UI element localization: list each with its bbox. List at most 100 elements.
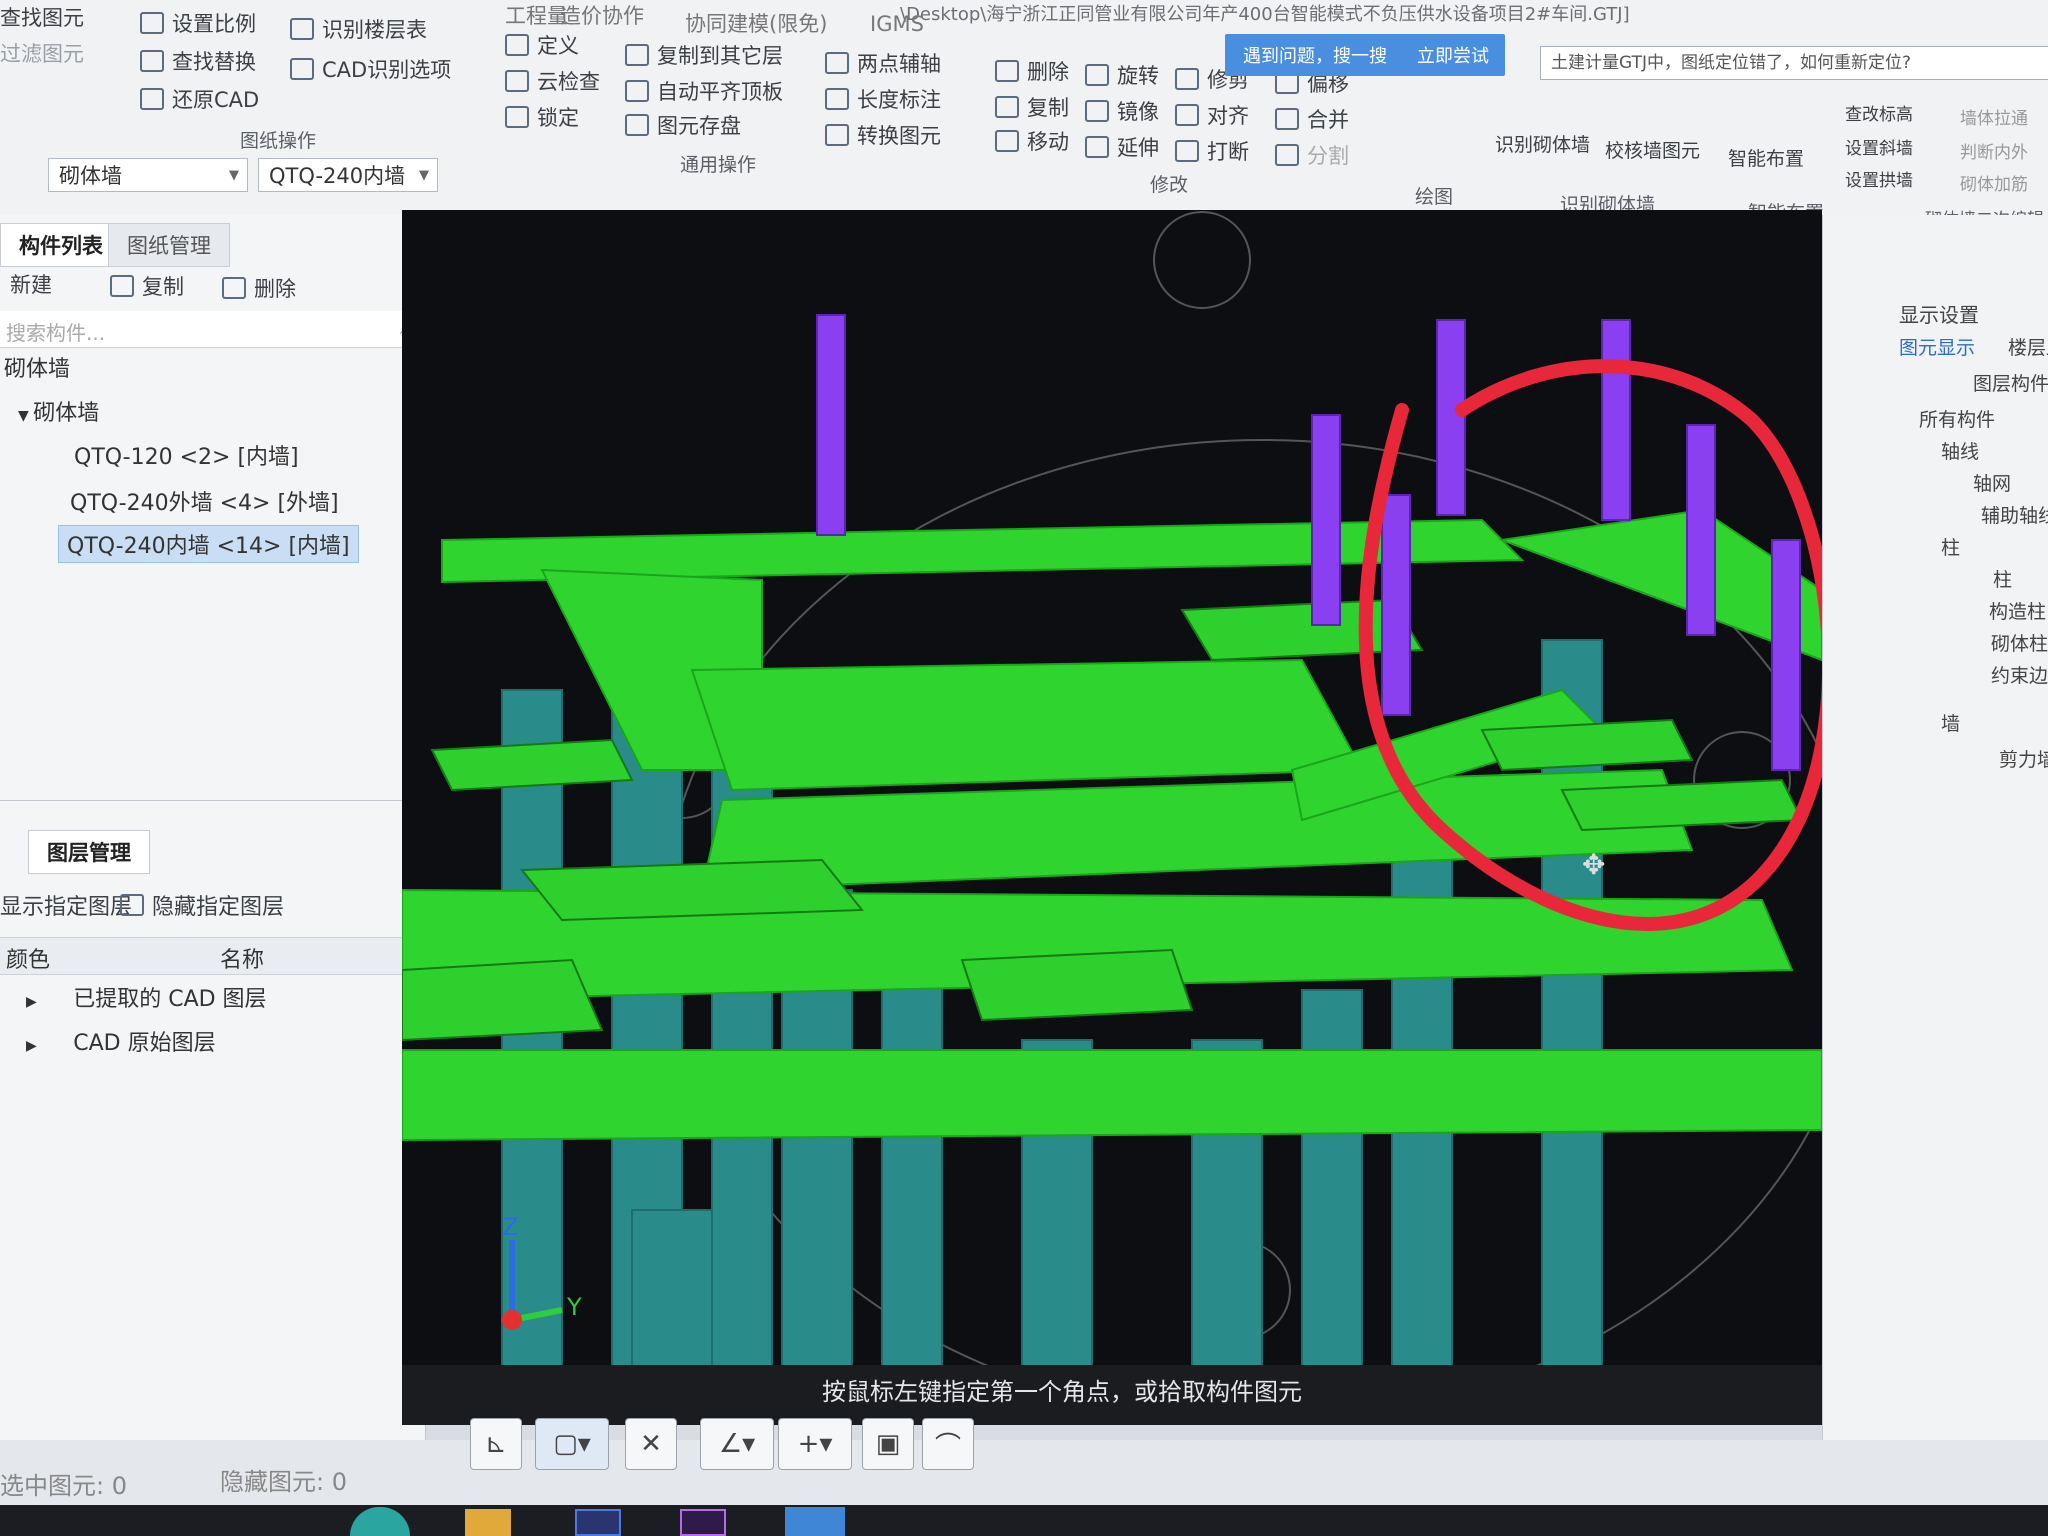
premiere-icon[interactable] [680,1509,726,1536]
find-element-button[interactable]: 查找图元 [0,2,84,32]
convert-element-button[interactable]: 转换图元 [825,120,941,150]
restore-cad-button[interactable]: 还原CAD [140,84,259,114]
length-dimension-button[interactable]: 长度标注 [825,84,941,114]
lock-icon [505,106,529,128]
tab-layer-management[interactable]: 图层管理 [28,830,150,874]
model-render[interactable]: ✥ Z Y 按鼠标左键指定第一个角点，或拾取构件图元 [402,210,1822,1425]
copy-to-layer-button[interactable]: 复制到其它层 [625,40,783,70]
auto-align-slab-button[interactable]: 自动平齐顶板 [625,76,783,106]
collapse-arrow-icon[interactable]: ▼ [18,408,33,424]
slab [960,948,1194,1022]
copy-component-button[interactable]: 复制 [110,271,184,301]
angle-tool-button[interactable]: ∠▾ [700,1418,774,1470]
tab-component-list[interactable]: 构件列表 [0,223,122,267]
check-wall-group[interactable]: 墙 [1941,709,1960,736]
display-tool-button[interactable]: ▣ [862,1418,914,1470]
taskbar-app-icon[interactable] [350,1507,410,1536]
check-column-group[interactable]: 柱 [1941,533,1960,560]
find-replace-button[interactable]: 查找替换 [140,46,256,76]
tree-group-masonry-wall[interactable]: ▼ 砌体墙 [18,395,99,427]
wall-pull-through-button[interactable]: 墙体拉通 [1960,104,2028,129]
trash-icon [222,277,246,299]
wall [1771,539,1801,771]
cad-options-button[interactable]: CAD识别选项 [290,54,451,84]
filter-element-button[interactable]: 过滤图元 [0,38,84,68]
show-layer-button[interactable]: 显示指定图层 [0,889,132,921]
check-axis[interactable]: 轴线 [1941,437,1979,464]
tab-igms[interactable]: IGMS [870,12,924,36]
lock-button[interactable]: 锁定 [505,102,579,132]
check-wall-element-button[interactable]: 校核墙图元 [1605,136,1700,163]
masonry-rebar-button[interactable]: 砌体加筋 [1960,170,2028,195]
edit-elevation-button[interactable]: 查改标高 [1845,100,1913,125]
check-grid[interactable]: 轴网 [1973,469,2011,496]
define-button[interactable]: 定义 [505,30,579,60]
check-aux-axis[interactable]: 辅助轴线 [1981,501,2048,528]
folder-icon[interactable] [465,1509,511,1536]
save-element-button[interactable]: 图元存盘 [625,110,741,140]
save-element-icon [625,114,649,136]
add-point-tool-button[interactable]: +▾ [778,1418,852,1470]
move-button[interactable]: 移动 [995,126,1069,156]
layer-component-header: 图层构件 [1973,373,2048,395]
expand-arrow-icon[interactable]: ▶ [26,994,41,1010]
two-point-axis-button[interactable]: 两点辅轴 [825,48,941,78]
mirror-button[interactable]: 镜像 [1085,96,1159,126]
wall [1601,319,1631,521]
split-button[interactable]: 分割 [1275,140,1349,170]
tree-item-qtq240-inner[interactable]: QTQ-240内墙 <14> [内墙] [58,525,359,563]
merge-button[interactable]: 合并 [1275,104,1349,134]
check-masonry-column[interactable]: 砌体柱 [1991,629,2048,656]
layers-icon [120,894,144,916]
set-slanted-wall-button[interactable]: 设置斜墙 [1845,134,1913,159]
delete-component-button[interactable]: 删除 [222,273,296,303]
gtj-app-icon[interactable] [785,1507,845,1536]
orthogonal-tool-button[interactable]: ⊾ [470,1418,522,1470]
new-component-button[interactable]: 新建 [10,269,52,299]
tab-element-display[interactable]: 图元显示 [1899,333,1975,360]
extend-button[interactable]: 延伸 [1085,132,1159,162]
judge-inner-outer-button[interactable]: 判断内外 [1960,138,2028,163]
layer-row-original-cad[interactable]: ▶ CAD 原始图层 [26,1025,216,1057]
arc-tool-button[interactable]: ⌒ [922,1418,974,1470]
3d-viewport[interactable]: ✥ Z Y 按鼠标左键指定第一个角点，或拾取构件图元 [402,210,1822,1425]
hide-layer-button[interactable]: 隐藏指定图层 [120,889,284,921]
tab-drawing-management[interactable]: 图纸管理 [108,223,230,267]
axis-icon [825,52,849,74]
tree-item-qtq120[interactable]: QTQ-120 <2> [内墙] [74,439,299,471]
delete-button[interactable]: 删除 [995,56,1069,86]
cross-snap-tool-button[interactable]: ✕ [625,1418,677,1470]
select-box-tool-button[interactable]: ▢▾ [535,1418,609,1470]
check-constructional-column[interactable]: 构造柱 [1989,597,2046,624]
rotate-button[interactable]: 旋转 [1085,60,1159,90]
check-boundary-member[interactable]: 约束边缘 [1991,661,2048,688]
tab-cost-collab[interactable]: 造价协作 [560,0,644,30]
help-search-banner[interactable]: 遇到问题，搜一搜 立即尝试 [1225,34,1505,76]
hint-search-field[interactable]: 土建计量GTJ中，图纸定位错了，如何重新定位? [1540,46,2048,80]
tree-item-qtq240-outer[interactable]: QTQ-240外墙 <4> [外墙] [70,485,339,517]
check-shear-wall[interactable]: 剪力墙 [1999,745,2048,772]
cloud-check-button[interactable]: 云检查 [505,66,600,96]
tab-floor-display[interactable]: 楼层显示 [2008,333,2048,360]
identify-floor-table-button[interactable]: 识别楼层表 [290,14,427,44]
check-column[interactable]: 柱 [1993,565,2012,592]
component-select[interactable]: QTQ-240内墙 ▼ [258,158,438,192]
break-button[interactable]: 打断 [1175,136,1249,166]
align-button[interactable]: 对齐 [1175,100,1249,130]
tab-quantity[interactable]: 工程量 [505,0,568,30]
component-search-box[interactable]: 搜索构件... ⌕ [0,311,425,348]
try-now-button[interactable]: 立即尝试 [1417,42,1489,68]
check-all-components[interactable]: 所有构件 [1919,405,1995,432]
layer-row-extracted-cad[interactable]: ▶ 已提取的 CAD 图层 [26,981,267,1013]
copy-button[interactable]: 复制 [995,92,1069,122]
category-select[interactable]: 砌体墙 ▼ [48,158,248,192]
smart-layout-button[interactable]: 智能布置 [1728,144,1804,171]
set-scale-button[interactable]: 设置比例 [140,8,256,38]
expand-arrow-icon[interactable]: ▶ [26,1038,41,1054]
tab-collab-modeling[interactable]: 协同建模(限免) [685,8,827,38]
beam [402,1049,1822,1142]
photoshop-icon[interactable] [575,1509,621,1536]
tree-root-masonry-wall[interactable]: 砌体墙 [4,351,70,383]
set-arch-wall-button[interactable]: 设置拱墙 [1845,166,1913,191]
identify-masonry-wall-button[interactable]: 识别砌体墙 [1495,130,1590,157]
